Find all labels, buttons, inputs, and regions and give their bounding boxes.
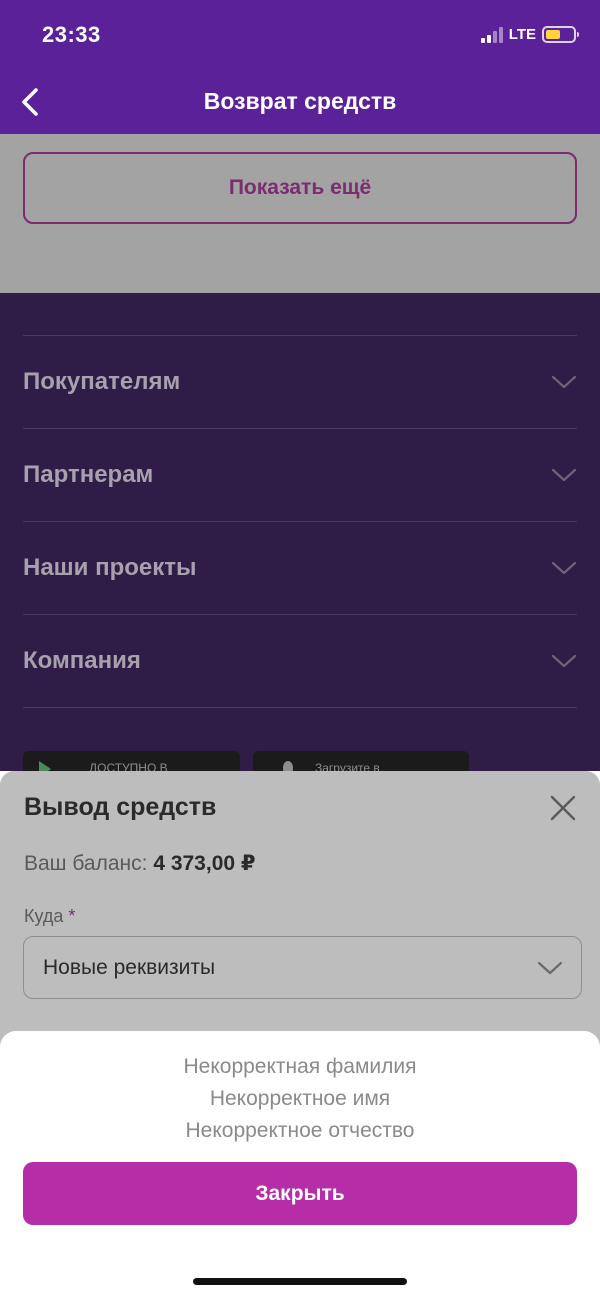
withdraw-sheet: Вывод средств Ваш баланс: 4 373,00 ₽ Куд… — [0, 771, 600, 1071]
error-messages: Некорректная фамилия Некорректное имя Не… — [0, 1051, 600, 1147]
balance-label: Ваш баланс: — [24, 852, 148, 875]
footer-item-projects[interactable]: Наши проекты — [23, 522, 577, 615]
network-type: LTE — [508, 26, 536, 43]
error-toast: Некорректная фамилия Некорректное имя Не… — [0, 1031, 600, 1297]
nav-header: Возврат средств — [0, 70, 600, 134]
balance-row: Ваш баланс: 4 373,00 ₽ — [24, 851, 256, 876]
footer-item-label: Партнерам — [23, 461, 154, 488]
page-content-dimmed: Показать ещё — [0, 134, 600, 293]
site-footer: Покупателям Партнерам Наши проекты Компа… — [0, 293, 600, 781]
close-icon[interactable] — [550, 795, 576, 821]
close-toast-button[interactable]: Закрыть — [23, 1162, 577, 1225]
footer-item-partners[interactable]: Партнерам — [23, 429, 577, 522]
chevron-down-icon — [551, 468, 577, 482]
signal-icon — [480, 26, 503, 43]
destination-select-value: Новые реквизиты — [43, 955, 216, 979]
battery-icon — [542, 26, 579, 43]
status-indicators: LTE — [480, 26, 579, 43]
footer-item-label: Покупателям — [23, 368, 181, 395]
sheet-title: Вывод средств — [24, 793, 217, 821]
status-bar: 23:33 LTE — [0, 0, 600, 70]
destination-label-row: Куда * — [24, 906, 75, 927]
chevron-down-icon — [551, 654, 577, 668]
footer-item-label: Наши проекты — [23, 554, 197, 581]
error-message-patronymic: Некорректное отчество — [185, 1119, 415, 1142]
home-indicator[interactable] — [193, 1278, 407, 1285]
status-time: 23:33 — [42, 22, 101, 47]
chevron-down-icon — [551, 561, 577, 575]
footer-item-company[interactable]: Компания — [23, 615, 577, 708]
destination-label: Куда — [24, 906, 64, 926]
error-message-name: Некорректное имя — [209, 1087, 391, 1110]
chevron-down-icon — [551, 375, 577, 389]
chevron-down-icon — [537, 961, 563, 974]
destination-select[interactable]: Новые реквизиты — [23, 936, 582, 999]
balance-value: 4 373,00 ₽ — [153, 852, 256, 875]
footer-item-label: Компания — [23, 647, 141, 674]
footer-accordion: Покупателям Партнерам Наши проекты Компа… — [23, 335, 577, 708]
error-message-surname: Некорректная фамилия — [183, 1055, 417, 1078]
required-mark: * — [68, 906, 76, 926]
battery-fill — [546, 30, 561, 39]
show-more-button[interactable]: Показать ещё — [23, 152, 577, 224]
page-title: Возврат средств — [203, 88, 397, 114]
footer-item-buyers[interactable]: Покупателям — [23, 336, 577, 429]
